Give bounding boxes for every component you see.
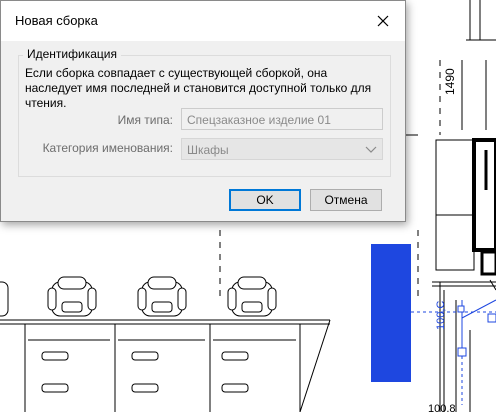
close-button[interactable] [361,1,405,41]
description-text: Если сборка совпадает с существующей сбо… [25,66,372,110]
chair [227,276,277,317]
dimension-100-8: 100,8 [428,403,456,412]
new-assembly-dialog: Новая сборка Идентификация Если сборка с… [0,0,406,222]
drawer-handles [28,339,296,393]
dimension-1490: 1490 [443,68,457,95]
chair [47,276,97,317]
naming-category-dropdown[interactable]: Шкафы [181,138,383,160]
chair [0,281,9,317]
chevron-down-icon [365,146,377,153]
furniture-row [0,319,331,412]
dimension-handles[interactable] [411,299,496,405]
dialog-title: Новая сборка [15,13,98,28]
type-name-label: Имя типа: [117,113,173,127]
dialog-titlebar[interactable]: Новая сборка [1,1,405,41]
group-title: Идентификация [23,47,121,61]
dimension-100c: 100,C [435,301,447,330]
chair [137,276,187,317]
ok-button[interactable]: OK [229,189,301,211]
cancel-button[interactable]: Отмена [310,189,382,211]
naming-category-value: Шкафы [187,143,229,157]
naming-category-label: Категория именования: [42,141,173,155]
selected-element[interactable] [371,244,411,382]
close-icon [377,15,389,27]
type-name-field[interactable]: Спецзаказное изделие 01 [181,108,383,130]
wall-lines [406,0,496,412]
